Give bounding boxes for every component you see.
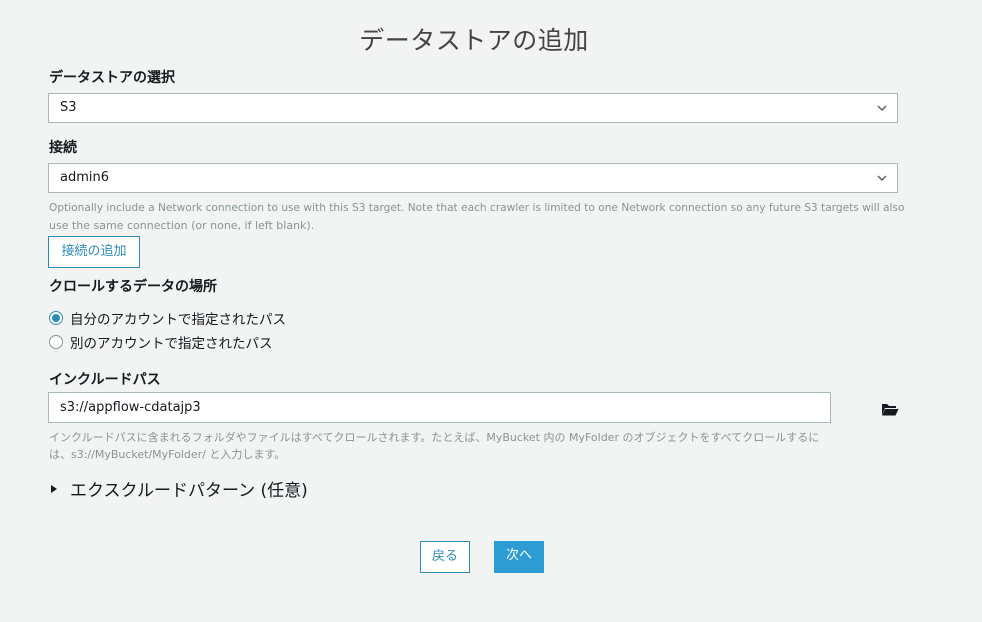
exclude-pattern-label: エクスクルードパターン (任意) [70,481,308,501]
radio-other-account-label: 別のアカウントで指定されたパス [70,336,273,352]
include-path-help-line1: インクルードパスに含まれるフォルダやファイルはすべてクロールされます。たとえば、… [49,431,820,444]
connection-help: Optionally include a Network connection … [49,200,919,234]
connection-help-line1: Optionally include a Network connection … [49,202,905,214]
connection-select[interactable]: admin6 [48,163,898,193]
datastore-select-value: S3 [60,100,77,115]
next-button[interactable]: 次へ [494,541,544,573]
location-label: クロールするデータの場所 [49,279,217,295]
connection-label: 接続 [49,140,77,156]
connection-help-line2: use the same connection (or none, if lef… [49,219,315,232]
back-button[interactable]: 戻る [420,541,470,573]
radio-button[interactable] [49,335,63,349]
add-connection-button[interactable]: 接続の追加 [48,236,140,268]
datastore-label: データストアの選択 [49,70,175,86]
include-path-label: インクルードパス [49,372,161,388]
connection-select-value: admin6 [60,170,110,185]
datastore-select[interactable]: S3 [48,93,898,123]
page-title: データストアの追加 [359,25,589,55]
include-path-help: インクルードパスに含まれるフォルダやファイルはすべてクロールされます。たとえば、… [49,429,909,463]
exclude-pattern-expander[interactable]: エクスクルードパターン (任意) [51,476,308,501]
caret-right-icon [51,484,57,493]
chevron-down-icon [877,175,887,181]
radio-own-account[interactable]: 自分のアカウントで指定されたパス [49,309,286,328]
folder-open-icon[interactable] [881,402,899,416]
radio-other-account[interactable]: 別のアカウントで指定されたパス [49,333,273,352]
radio-own-account-label: 自分のアカウントで指定されたパス [70,312,286,328]
include-path-input[interactable] [48,392,831,423]
radio-button-checked[interactable] [49,311,63,325]
chevron-down-icon [877,105,887,111]
include-path-help-line2: は、s3://MyBucket/MyFolder/ と入力します。 [49,448,286,461]
